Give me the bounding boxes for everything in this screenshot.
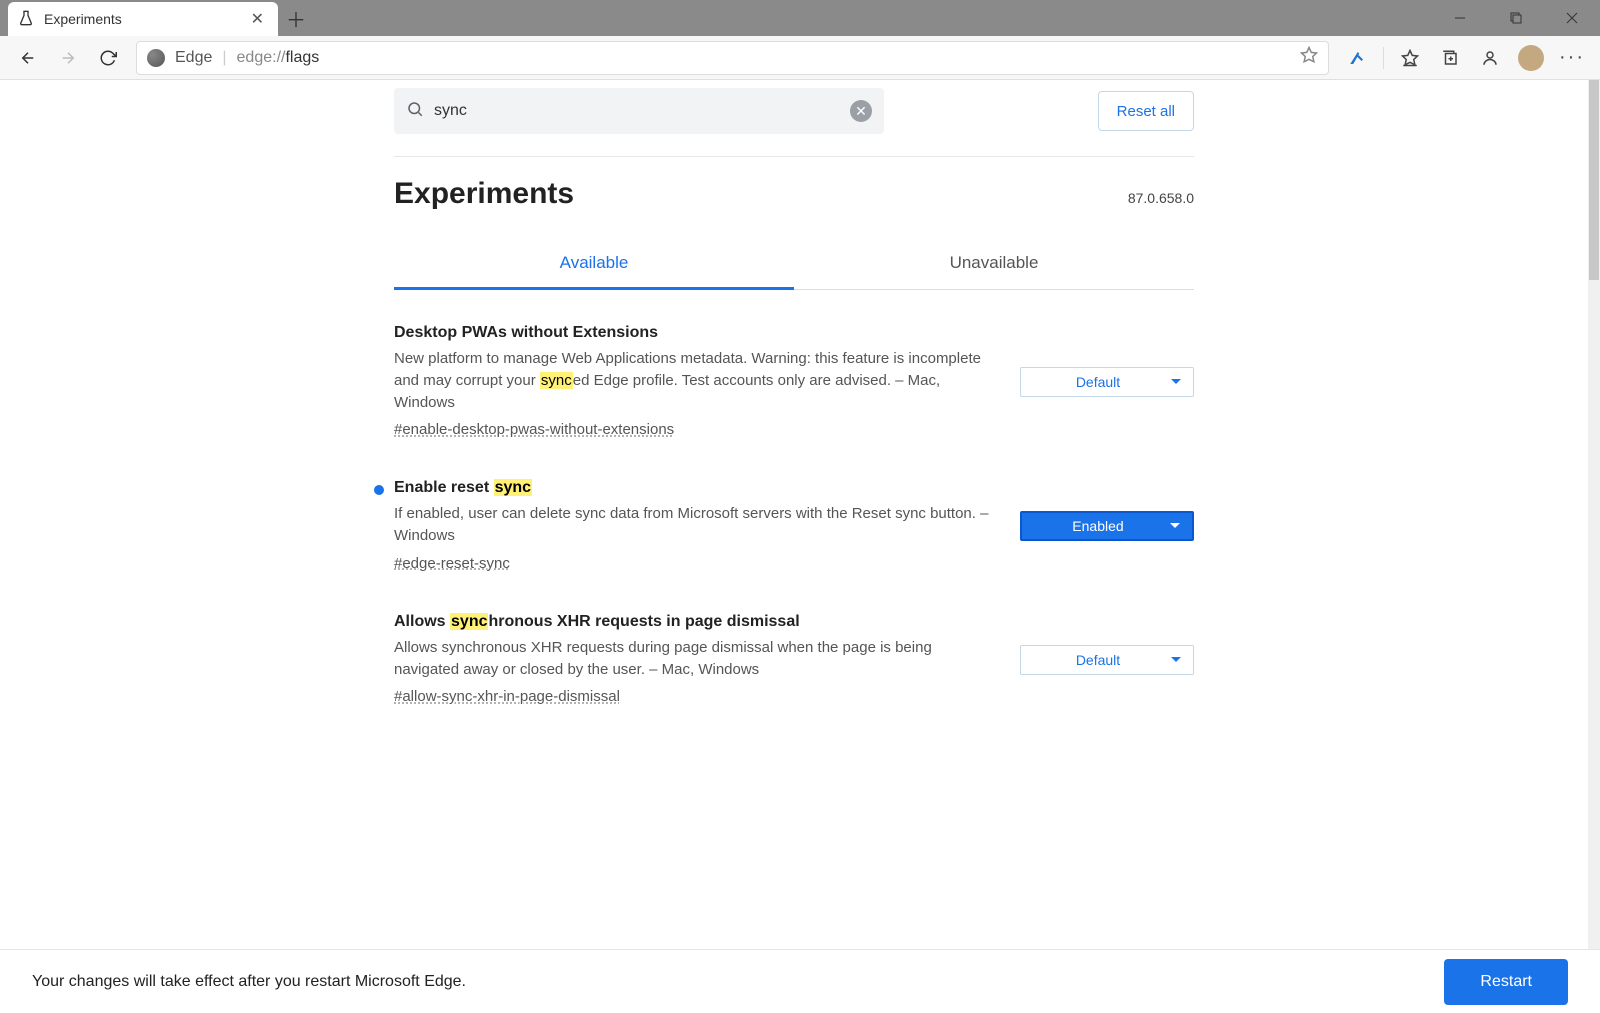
minimize-button[interactable] bbox=[1432, 0, 1488, 36]
address-separator: | bbox=[222, 49, 236, 67]
flask-icon bbox=[18, 10, 34, 29]
tab-available[interactable]: Available bbox=[394, 239, 794, 290]
flag-hash-link[interactable]: #enable-desktop-pwas-without-extensions bbox=[394, 421, 674, 438]
search-input[interactable] bbox=[424, 102, 850, 120]
forward-button[interactable] bbox=[48, 38, 88, 78]
flag-dropdown[interactable]: Default bbox=[1020, 367, 1194, 397]
flag-hash-link[interactable]: #edge-reset-sync bbox=[394, 555, 510, 572]
version-label: 87.0.658.0 bbox=[1128, 190, 1194, 206]
browser-tab[interactable]: Experiments ✕ bbox=[8, 2, 278, 36]
toolbar: Edge | edge://flags ··· bbox=[0, 36, 1600, 80]
search-highlight: sync bbox=[450, 613, 488, 630]
flag-main: Allows synchronous XHR requests in page … bbox=[394, 613, 996, 707]
window-controls bbox=[1432, 0, 1600, 36]
titlebar: Experiments ✕ ＋ bbox=[0, 0, 1600, 36]
clear-search-icon[interactable]: ✕ bbox=[850, 100, 872, 122]
address-url: edge://flags bbox=[237, 49, 320, 67]
tab-close-icon[interactable]: ✕ bbox=[247, 9, 268, 29]
flag-title: Allows synchronous XHR requests in page … bbox=[394, 613, 996, 631]
flag-main: Enable reset sync If enabled, user can de… bbox=[394, 479, 996, 573]
favorite-star-icon[interactable] bbox=[1300, 46, 1318, 69]
avatar[interactable] bbox=[1518, 45, 1544, 71]
changed-dot-icon bbox=[374, 485, 384, 495]
page-content: ✕ Reset all Experiments 87.0.658.0 Avail… bbox=[0, 80, 1588, 949]
flag-dropdown-value: Default bbox=[1031, 374, 1165, 390]
flag-row: Enable reset sync If enabled, user can de… bbox=[394, 479, 1194, 573]
scrollbar-thumb[interactable] bbox=[1589, 80, 1599, 280]
restart-bar: Your changes will take effect after you … bbox=[0, 949, 1600, 1013]
collections-icon[interactable] bbox=[1430, 38, 1470, 78]
restart-button[interactable]: Restart bbox=[1444, 959, 1568, 1005]
flag-description: If enabled, user can delete sync data fr… bbox=[394, 503, 996, 547]
edge-logo-icon bbox=[147, 49, 165, 67]
flag-dropdown-value: Enabled bbox=[1032, 518, 1164, 534]
flag-dropdown-value: Default bbox=[1031, 652, 1165, 668]
back-button[interactable] bbox=[8, 38, 48, 78]
new-tab-button[interactable]: ＋ bbox=[278, 0, 314, 36]
flag-row: Allows synchronous XHR requests in page … bbox=[394, 613, 1194, 707]
flag-description: New platform to manage Web Applications … bbox=[394, 348, 996, 413]
tab-unavailable[interactable]: Unavailable bbox=[794, 239, 1194, 290]
flag-dropdown[interactable]: Default bbox=[1020, 645, 1194, 675]
toolbar-actions: ··· bbox=[1337, 38, 1592, 78]
flag-title: Enable reset sync bbox=[394, 479, 996, 497]
maximize-button[interactable] bbox=[1488, 0, 1544, 36]
flag-row: Desktop PWAs without Extensions New platf… bbox=[394, 324, 1194, 439]
flag-dropdown[interactable]: Enabled bbox=[1020, 511, 1194, 541]
search-row: ✕ Reset all bbox=[394, 80, 1194, 157]
search-highlight: sync bbox=[494, 479, 532, 496]
surf-icon[interactable] bbox=[1337, 38, 1377, 78]
tab-title: Experiments bbox=[44, 11, 247, 27]
close-button[interactable] bbox=[1544, 0, 1600, 36]
search-highlight: sync bbox=[540, 372, 573, 389]
refresh-button[interactable] bbox=[88, 38, 128, 78]
flag-hash-link[interactable]: #allow-sync-xhr-in-page-dismissal bbox=[394, 688, 620, 705]
scrollbar[interactable] bbox=[1588, 80, 1600, 949]
more-menu-icon[interactable]: ··· bbox=[1552, 38, 1592, 78]
address-bar[interactable]: Edge | edge://flags bbox=[136, 41, 1329, 75]
flag-title: Desktop PWAs without Extensions bbox=[394, 324, 996, 342]
search-icon bbox=[406, 100, 424, 123]
restart-message: Your changes will take effect after you … bbox=[32, 973, 466, 991]
title-row: Experiments 87.0.658.0 bbox=[394, 177, 1194, 211]
favorites-icon[interactable] bbox=[1390, 38, 1430, 78]
flag-main: Desktop PWAs without Extensions New platf… bbox=[394, 324, 996, 439]
page-title: Experiments bbox=[394, 177, 574, 211]
search-box: ✕ bbox=[394, 88, 884, 134]
profile-icon[interactable] bbox=[1470, 38, 1510, 78]
address-segment-label: Edge bbox=[175, 49, 222, 67]
flag-description: Allows synchronous XHR requests during p… bbox=[394, 637, 996, 681]
reset-all-button[interactable]: Reset all bbox=[1098, 91, 1194, 131]
flags-list: Desktop PWAs without Extensions New platf… bbox=[394, 324, 1194, 706]
toolbar-separator bbox=[1383, 47, 1384, 69]
main: Experiments 87.0.658.0 Available Unavail… bbox=[394, 177, 1194, 706]
tabs-row: Available Unavailable bbox=[394, 239, 1194, 290]
